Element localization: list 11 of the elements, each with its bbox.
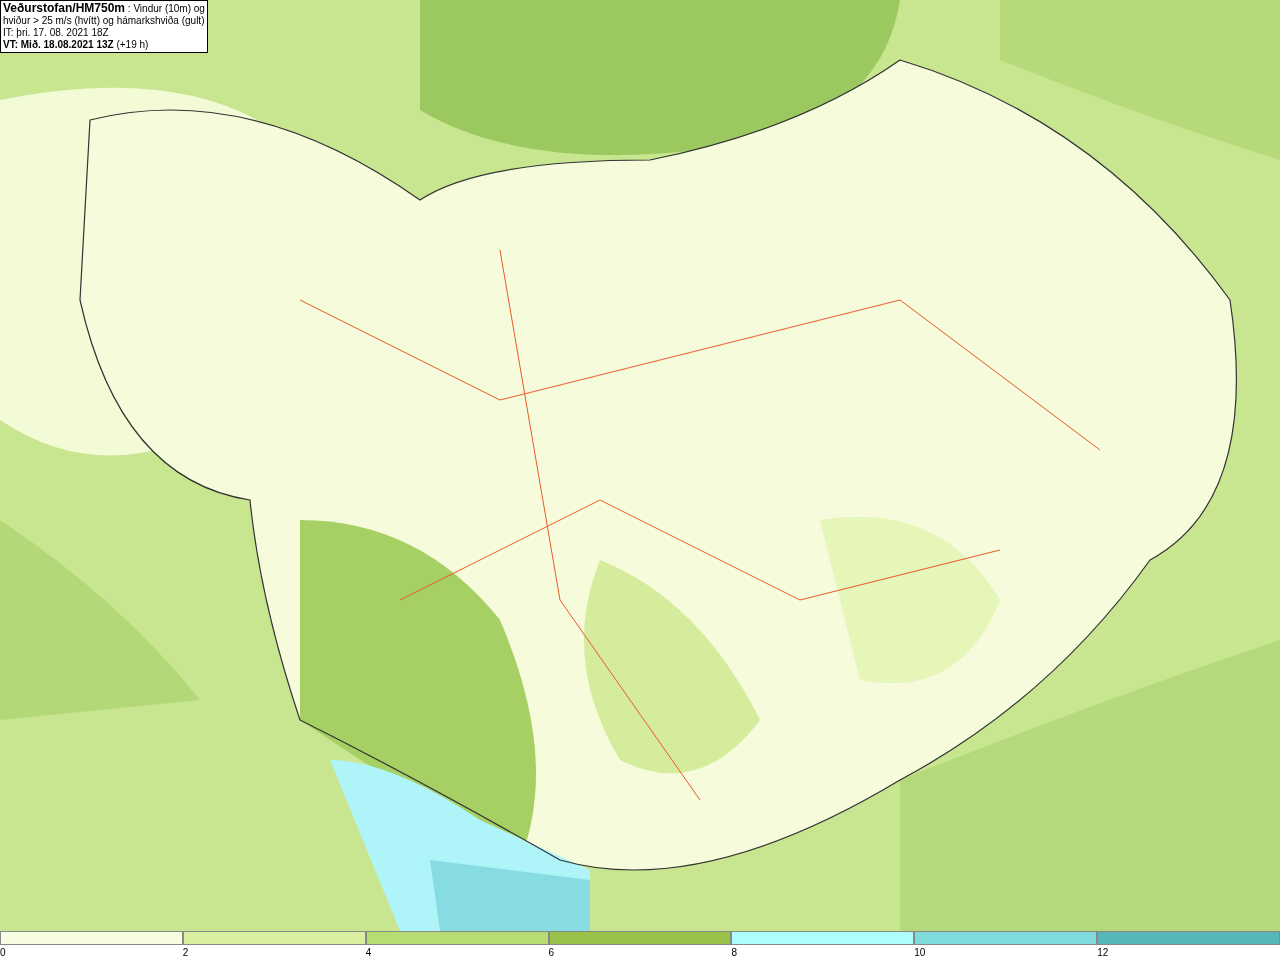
legend-label: 0 — [0, 946, 6, 960]
header-text: IT: þri. 17. 08. 2021 18Z — [3, 27, 110, 39]
legend-label: 2 — [182, 946, 189, 960]
header-text: Veðurstofan/HM750m : Vindur (10m) og — [3, 2, 205, 15]
legend-label: 10 — [914, 946, 926, 960]
legend-label: 6 — [548, 946, 555, 960]
legend-label: 4 — [365, 946, 372, 960]
header-text: VT: Mið. 18.08.2021 13Z (+19 h) — [3, 39, 150, 51]
legend-label: 8 — [731, 946, 737, 960]
header-text: hviður > 25 m/s (hvítt) og hámarkshviða (gult) — [3, 15, 205, 27]
legend-label: 12 — [1097, 946, 1109, 960]
